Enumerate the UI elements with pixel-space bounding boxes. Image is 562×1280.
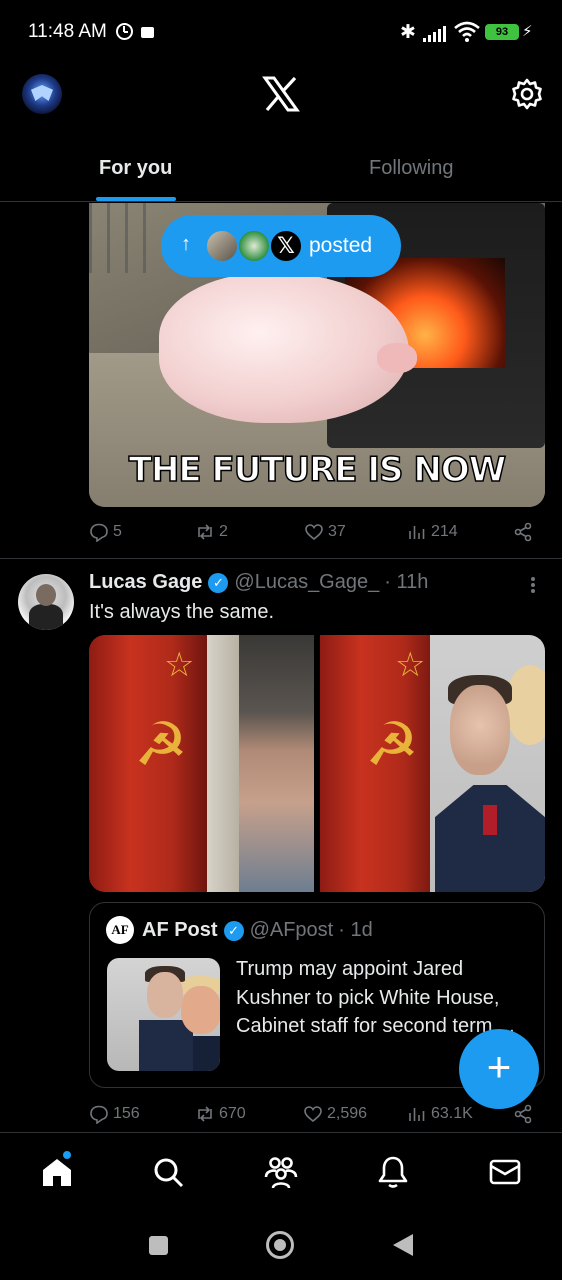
share-icon (514, 1104, 532, 1124)
like-count: 37 (328, 523, 346, 540)
quoted-post-header: AF Post ✓ @AFpost · 1d (142, 919, 373, 942)
home-button[interactable] (266, 1231, 294, 1259)
like-button[interactable]: 2,596 (303, 1104, 367, 1124)
new-posts-pill[interactable]: ↑ 𝕏 posted (161, 215, 401, 277)
views-icon (409, 526, 425, 539)
views-count: 63.1K (431, 1105, 473, 1122)
poster-avatar: 𝕏 (269, 229, 303, 263)
soviet-flag: ☆ ☭ (89, 635, 207, 892)
home-icon[interactable] (40, 1155, 74, 1189)
battery-icon: 93 (485, 24, 519, 40)
views-icon (409, 1108, 425, 1121)
post-divider (0, 558, 562, 559)
views-button[interactable]: 63.1K (407, 1104, 473, 1124)
repost-button[interactable]: 2 (195, 522, 228, 542)
communities-icon[interactable] (264, 1155, 298, 1189)
repost-icon (198, 524, 212, 540)
reply-icon (90, 523, 108, 542)
tab-following[interactable]: Following (369, 157, 453, 180)
author-avatar[interactable] (18, 574, 74, 630)
poster-avatar (205, 229, 239, 263)
meme-caption: THE FUTURE IS NOW (128, 449, 507, 491)
alarm-icon (116, 23, 133, 40)
like-icon (305, 524, 323, 541)
tab-for-you[interactable]: For you (99, 157, 172, 180)
repost-icon (198, 1106, 212, 1122)
like-icon (304, 1106, 322, 1123)
more-options-icon[interactable] (525, 573, 541, 597)
messages-icon[interactable] (488, 1155, 522, 1189)
share-icon (514, 522, 532, 542)
verified-badge-icon: ✓ (208, 572, 229, 593)
arrow-up-icon: ↑ (181, 233, 191, 255)
gear-icon[interactable] (509, 76, 545, 112)
back-button[interactable] (393, 1234, 413, 1256)
reply-button[interactable]: 156 (89, 1104, 140, 1124)
reply-count: 156 (113, 1105, 140, 1122)
video-icon (141, 27, 154, 38)
views-button[interactable]: 214 (407, 522, 458, 542)
poster-avatar (237, 229, 271, 263)
post-image[interactable]: ☆ ☭ (320, 635, 545, 892)
bottom-navigation (0, 1132, 562, 1214)
new-posts-label: posted (309, 234, 373, 257)
share-button[interactable] (513, 522, 533, 542)
repost-button[interactable]: 670 (195, 1104, 246, 1124)
reply-icon (90, 1105, 108, 1124)
timeline-tabs: For you Following (0, 140, 562, 202)
notifications-icon[interactable] (376, 1155, 410, 1189)
quoted-author-name: AF Post (142, 919, 218, 941)
like-count: 2,596 (327, 1105, 368, 1122)
profile-avatar-button[interactable] (22, 74, 62, 114)
author-name[interactable]: Lucas Gage (89, 571, 202, 594)
post-time: · 11h (384, 571, 429, 593)
post-text: It's always the same. (89, 601, 274, 623)
x-logo-icon[interactable] (262, 76, 300, 112)
share-button[interactable] (513, 1104, 533, 1124)
wifi-icon (454, 21, 480, 42)
author-handle[interactable]: @Lucas_Gage_ (234, 571, 379, 594)
new-content-dot (63, 1151, 71, 1159)
status-time: 11:48 AM (28, 21, 107, 42)
charging-icon: ⚡ (522, 23, 533, 40)
bluetooth-icon: ✱ (400, 22, 416, 43)
post-image[interactable]: ☆ ☭ (89, 635, 314, 892)
quoted-post-text: Trump may appoint Jared Kushner to pick … (236, 958, 515, 1037)
recent-apps-button[interactable] (149, 1236, 168, 1255)
active-tab-indicator (96, 197, 176, 201)
like-button[interactable]: 37 (304, 522, 346, 542)
post-image-pair[interactable]: ☆ ☭ ☆ ☭ (89, 635, 545, 892)
post-actions: 156 670 2,596 63.1K (89, 1102, 539, 1128)
reply-button[interactable]: 5 (89, 522, 122, 542)
compose-post-button[interactable]: + (459, 1029, 539, 1109)
system-navigation-bar (0, 1214, 562, 1280)
reply-count: 5 (113, 523, 122, 540)
post-actions: 5 2 37 214 (89, 520, 539, 546)
soviet-flag: ☆ ☭ (320, 635, 438, 892)
quoted-author-handle: @AFpost (249, 919, 334, 941)
post-header: Lucas Gage ✓ @Lucas_Gage_ · 11h (89, 571, 428, 594)
quoted-post-time: · 1d (338, 919, 373, 941)
views-count: 214 (431, 523, 458, 540)
quoted-author-avatar: AF (106, 916, 134, 944)
search-icon[interactable] (151, 1155, 185, 1189)
status-bar: 11:48 AM ✱ 93 ⚡ (0, 0, 562, 64)
signal-icon (423, 24, 449, 42)
quoted-post-thumbnail (107, 958, 220, 1071)
verified-badge-icon: ✓ (223, 920, 244, 941)
repost-count: 2 (219, 523, 228, 540)
repost-count: 670 (219, 1105, 246, 1122)
